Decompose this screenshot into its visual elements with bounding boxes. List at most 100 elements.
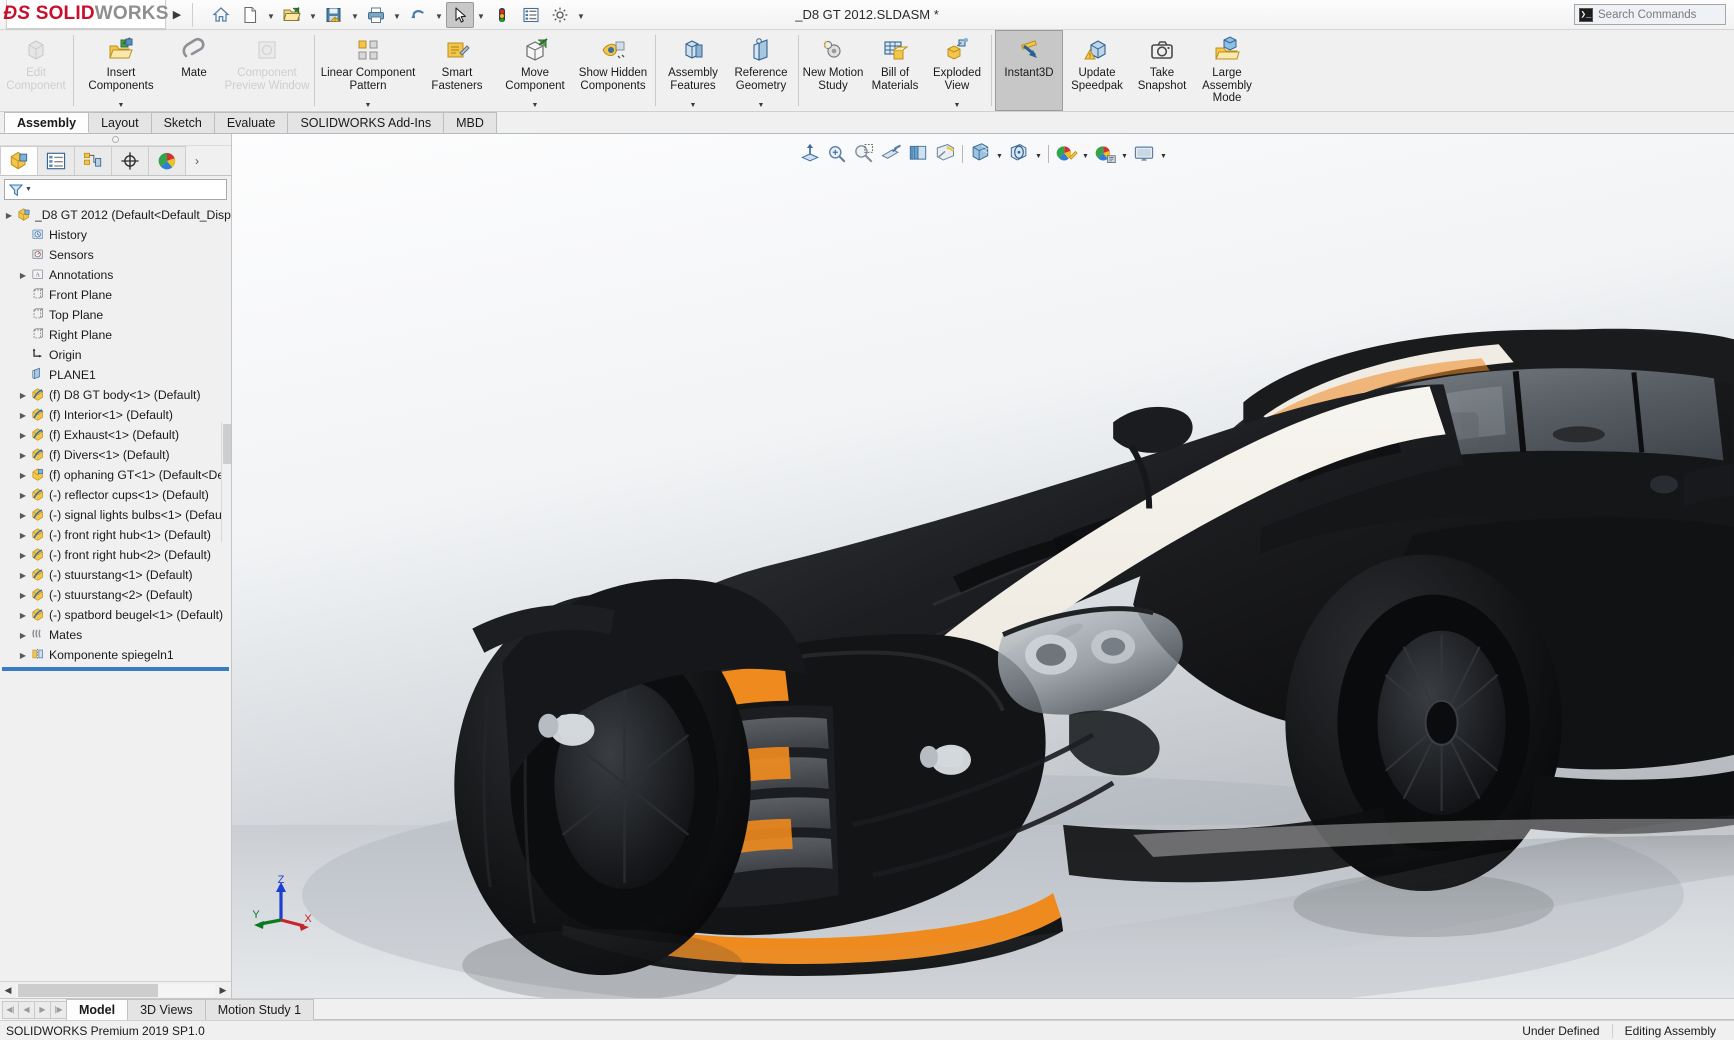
ribbon-button-reference-geometry[interactable]: Reference Geometry▼: [727, 30, 795, 111]
zoom-to-fit-icon[interactable]: [797, 141, 823, 167]
tree-node[interactable]: Origin: [0, 345, 231, 365]
tree-node[interactable]: ▶(f) ophaning GT<1> (Default<Def: [0, 465, 231, 485]
expand-arrow-icon[interactable]: ▶: [16, 431, 30, 440]
expand-arrow-icon[interactable]: ▶: [16, 551, 30, 560]
display-monitor-dropdown-icon[interactable]: ▼: [1158, 141, 1169, 167]
rebuild-traffic-light-icon[interactable]: [488, 2, 516, 28]
tree-node[interactable]: ▶AAnnotations: [0, 265, 231, 285]
expand-arrow-icon[interactable]: ▶: [16, 451, 30, 460]
hscroll-track[interactable]: [16, 984, 215, 997]
panel-tabs-more-icon[interactable]: ›: [185, 146, 209, 175]
home-icon[interactable]: [207, 2, 235, 28]
feature-manager-tree-tab[interactable]: [0, 146, 38, 175]
tree-node[interactable]: History: [0, 225, 231, 245]
tree-filter-input[interactable]: ▼: [4, 179, 227, 200]
expand-arrow-icon[interactable]: ▶: [16, 591, 30, 600]
settings-dropdown-icon[interactable]: ▼: [575, 2, 587, 28]
print-dropdown-icon[interactable]: ▼: [391, 2, 403, 28]
ribbon-button-smart-fasteners[interactable]: Smart Fasteners: [418, 30, 496, 111]
ribbon-dropdown-icon[interactable]: ▼: [690, 102, 697, 109]
feature-tree[interactable]: ▶_D8 GT 2012 (Default<Default_DisplayHis…: [0, 204, 231, 981]
section-view-icon[interactable]: [878, 141, 904, 167]
ribbon-button-update-speedpak[interactable]: !Update Speedpak: [1063, 30, 1131, 111]
dimxpert-manager-tab[interactable]: [111, 146, 149, 175]
ribbon-button-show-hidden-components[interactable]: Show Hidden Components: [574, 30, 652, 111]
command-tab-evaluate[interactable]: Evaluate: [214, 112, 289, 133]
next-tab-icon[interactable]: ▶: [34, 1001, 51, 1019]
tree-node[interactable]: Top Plane: [0, 305, 231, 325]
tree-node[interactable]: ▶(-) front right hub<2> (Default): [0, 545, 231, 565]
panel-splitter-handle[interactable]: [0, 134, 231, 146]
command-tab-sketch[interactable]: Sketch: [151, 112, 215, 133]
view-settings-dropdown-icon[interactable]: ▼: [1119, 141, 1130, 167]
edit-appearance-dropdown-icon[interactable]: ▼: [1033, 141, 1044, 167]
tree-node[interactable]: ▶Mates: [0, 625, 231, 645]
apply-scene-dropdown-icon[interactable]: ▼: [1080, 141, 1091, 167]
expand-arrow-icon[interactable]: ▶: [16, 471, 30, 480]
ribbon-button-mate[interactable]: Mate: [165, 30, 223, 111]
tree-node[interactable]: ▶(f) Divers<1> (Default): [0, 445, 231, 465]
ribbon-button-large-assembly-mode[interactable]: Large Assembly Mode: [1193, 30, 1261, 111]
ribbon-dropdown-icon[interactable]: ▼: [365, 102, 372, 109]
hide-show-items-icon[interactable]: [967, 141, 993, 167]
document-tab-motion-study-1[interactable]: Motion Study 1: [205, 999, 314, 1020]
tree-root-node[interactable]: ▶_D8 GT 2012 (Default<Default_Display: [0, 205, 231, 225]
edit-appearance-icon[interactable]: [1006, 141, 1032, 167]
scroll-right-icon[interactable]: ▶: [215, 983, 231, 998]
ribbon-button-bill-of-materials[interactable]: Bill of Materials: [864, 30, 926, 111]
ribbon-button-take-snapshot[interactable]: Take Snapshot: [1131, 30, 1193, 111]
last-tab-icon[interactable]: |▶: [50, 1001, 67, 1019]
configuration-manager-tab[interactable]: [74, 146, 112, 175]
expand-arrow-icon[interactable]: ▶: [16, 631, 30, 640]
select-cursor-icon[interactable]: [446, 2, 474, 28]
ribbon-dropdown-icon[interactable]: ▼: [532, 102, 539, 109]
tree-scroll-thumb[interactable]: [223, 424, 231, 464]
display-monitor-icon[interactable]: [1131, 141, 1157, 167]
new-document-icon[interactable]: [236, 2, 264, 28]
previous-tab-icon[interactable]: ◀: [18, 1001, 35, 1019]
menu-expand-arrow-icon[interactable]: ▶: [166, 0, 188, 30]
view-orientation-cube-icon[interactable]: [905, 141, 931, 167]
open-document-icon[interactable]: [278, 2, 306, 28]
ribbon-dropdown-icon[interactable]: ▼: [758, 102, 765, 109]
undo-dropdown-icon[interactable]: ▼: [433, 2, 445, 28]
tree-vertical-scrollbar[interactable]: [221, 422, 231, 542]
ribbon-button-instant3d[interactable]: Instant3D: [995, 30, 1063, 111]
save-dropdown-icon[interactable]: ▼: [349, 2, 361, 28]
tree-node[interactable]: Right Plane: [0, 325, 231, 345]
ribbon-dropdown-icon[interactable]: ▼: [118, 102, 125, 109]
tree-node[interactable]: ▶(-) reflector cups<1> (Default): [0, 485, 231, 505]
options-list-icon[interactable]: [517, 2, 545, 28]
expand-arrow-icon[interactable]: ▶: [16, 611, 30, 620]
command-tab-layout[interactable]: Layout: [88, 112, 152, 133]
command-tab-mbd[interactable]: MBD: [443, 112, 497, 133]
graphics-viewport[interactable]: ▼▼▼▼▼ Z X Y: [232, 134, 1734, 998]
ribbon-button-new-motion-study[interactable]: New Motion Study: [802, 30, 864, 111]
ribbon-button-linear-component-pattern[interactable]: Linear Component Pattern▼: [318, 30, 418, 111]
tree-node[interactable]: PLANE1: [0, 365, 231, 385]
select-dropdown-icon[interactable]: ▼: [475, 2, 487, 28]
previous-view-icon[interactable]: [851, 141, 877, 167]
hscroll-thumb[interactable]: [18, 984, 158, 997]
property-manager-tab[interactable]: [37, 146, 75, 175]
tree-node[interactable]: Front Plane: [0, 285, 231, 305]
tree-node[interactable]: ▶Komponente spiegeln1: [0, 645, 231, 665]
display-manager-tab[interactable]: [148, 146, 186, 175]
new-document-dropdown-icon[interactable]: ▼: [265, 2, 277, 28]
settings-gear-icon[interactable]: [546, 2, 574, 28]
tree-node[interactable]: ▶(-) signal lights bulbs<1> (Default: [0, 505, 231, 525]
command-tab-assembly[interactable]: Assembly: [4, 112, 89, 133]
tree-node[interactable]: ▶(-) spatbord beugel<1> (Default): [0, 605, 231, 625]
tree-node[interactable]: ▶(-) stuurstang<1> (Default): [0, 565, 231, 585]
tree-node[interactable]: ▶(f) Exhaust<1> (Default): [0, 425, 231, 445]
tree-node[interactable]: ▶(-) front right hub<1> (Default): [0, 525, 231, 545]
tree-horizontal-scrollbar[interactable]: ◀ ▶: [0, 981, 231, 998]
expand-arrow-icon[interactable]: ▶: [16, 411, 30, 420]
tree-node[interactable]: Sensors: [0, 245, 231, 265]
search-commands-input[interactable]: ❯_ Search Commands: [1574, 4, 1726, 25]
document-tab-model[interactable]: Model: [66, 999, 128, 1020]
scroll-left-icon[interactable]: ◀: [0, 983, 16, 998]
undo-icon[interactable]: [404, 2, 432, 28]
save-icon[interactable]: !: [320, 2, 348, 28]
command-tab-solidworks-add-ins[interactable]: SOLIDWORKS Add-Ins: [287, 112, 444, 133]
